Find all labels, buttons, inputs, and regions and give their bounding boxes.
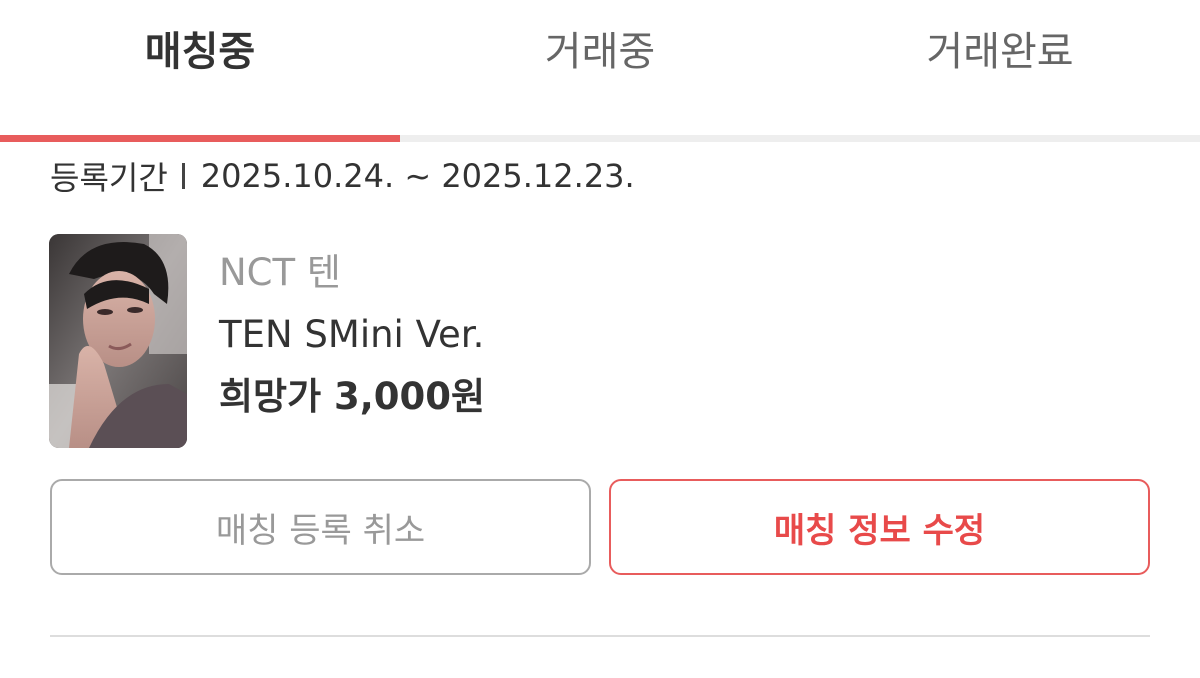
tab-trading-label: 거래중 [544,29,656,75]
item-price: 희망가 3,000원 [219,375,486,418]
period-separator [181,163,185,189]
status-tabs: 매칭중 거래중 거래완료 [0,0,1200,142]
matching-list-screen: 매칭중 거래중 거래완료 등록기간 2025.10.24. ~ 2025.12.… [0,0,1200,678]
item-group-member: NCT 텐 [219,251,341,294]
item-info[interactable]: NCT 텐 TEN SMini Ver. 희망가 3,000원 [219,248,1119,422]
photocard-thumbnail[interactable] [49,234,187,448]
edit-matching-button[interactable]: 매칭 정보 수정 [609,479,1150,575]
tab-matching[interactable]: 매칭중 [0,0,400,134]
cancel-matching-button[interactable]: 매칭 등록 취소 [50,479,591,575]
photocard-image [49,234,187,448]
active-tab-indicator [0,135,400,142]
registration-period: 등록기간 2025.10.24. ~ 2025.12.23. [50,154,635,198]
tab-matching-label: 매칭중 [144,29,256,75]
tab-completed[interactable]: 거래완료 [800,0,1200,134]
item-name: TEN SMini Ver. [219,313,485,356]
tab-completed-label: 거래완료 [926,29,1074,75]
tab-trading[interactable]: 거래중 [400,0,800,134]
period-range: 2025.10.24. ~ 2025.12.23. [200,157,635,195]
list-divider [50,635,1150,637]
period-label: 등록기간 [50,159,168,197]
